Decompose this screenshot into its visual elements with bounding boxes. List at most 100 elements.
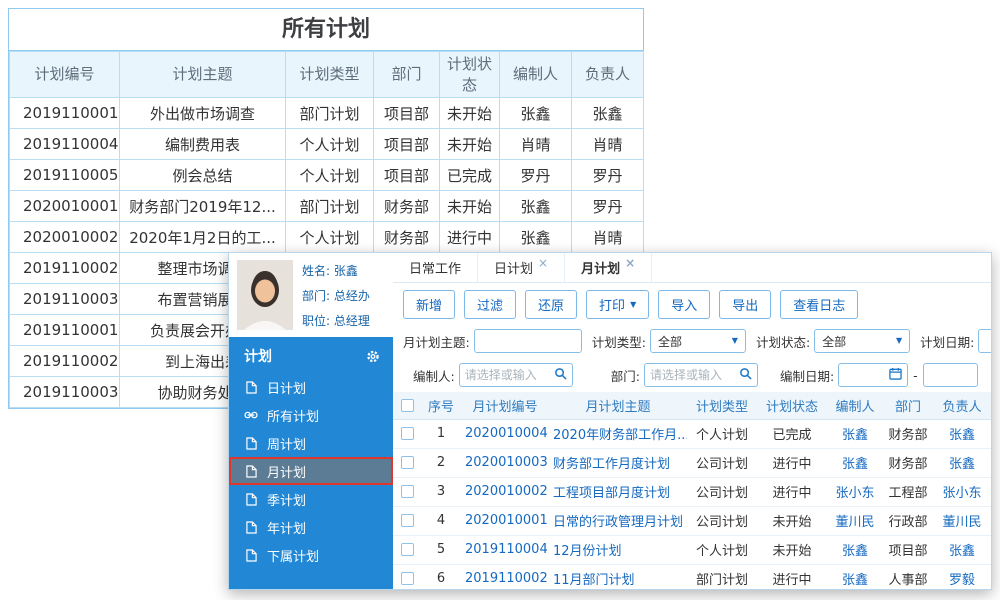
- subject-cell[interactable]: 12月份计划: [549, 535, 687, 565]
- toolbar-button[interactable]: 新增: [403, 290, 456, 319]
- owner-cell[interactable]: 张鑫: [933, 535, 991, 565]
- close-icon[interactable]: ×: [538, 257, 548, 269]
- table-row: 5 2019110004 12月份计划 个人计划 未开始 张鑫 项目部 张鑫: [393, 535, 991, 565]
- gear-icon[interactable]: [366, 349, 380, 364]
- toolbar-button[interactable]: 导出: [719, 290, 772, 319]
- status-cell: 已完成: [757, 419, 827, 449]
- compile-date-end-input[interactable]: [922, 363, 978, 387]
- tab-label: 月计划: [581, 262, 621, 277]
- tab[interactable]: 日计划 ×: [478, 253, 566, 282]
- subject-cell[interactable]: 财务部工作月度计划: [549, 448, 687, 478]
- id-cell[interactable]: 2020010002: [461, 477, 549, 507]
- id-cell[interactable]: 2020010004: [461, 419, 549, 449]
- column-header: 月计划主题: [549, 392, 687, 420]
- button-label: 过滤: [477, 299, 504, 314]
- row-checkbox[interactable]: [400, 572, 414, 585]
- owner-cell[interactable]: 罗毅: [933, 564, 991, 589]
- file-icon: [244, 464, 258, 478]
- type-cell: 个人计划: [687, 535, 757, 565]
- toolbar-button[interactable]: 查看日志: [780, 290, 859, 319]
- compiler-cell[interactable]: 张鑫: [827, 448, 883, 478]
- type-filter-select[interactable]: 全部 ▼: [649, 329, 746, 353]
- checkbox-cell: [393, 506, 421, 536]
- tab[interactable]: 日常工作: [393, 253, 479, 282]
- close-icon[interactable]: ×: [625, 257, 635, 269]
- main-content: 日常工作 日计划 × 月计划 × 新增 过滤 还原 打印 ▼ 导入 导出 查看日志 月计划主题: 计划…: [393, 253, 991, 589]
- owner-cell[interactable]: 张鑫: [933, 448, 991, 478]
- toolbar-button[interactable]: 还原: [525, 290, 578, 319]
- button-label: 查看日志: [793, 299, 846, 314]
- sidebar-item[interactable]: 所有计划: [229, 401, 393, 429]
- table-row: 1 2020010004 2020年财务部工作月... 个人计划 已完成 张鑫 财务部 张鑫: [393, 419, 991, 449]
- compiler-cell[interactable]: 张鑫: [827, 564, 883, 589]
- cell: 部门计划: [285, 190, 374, 222]
- cell: 肖晴: [499, 128, 572, 160]
- date-range-separator: -: [913, 367, 918, 383]
- compiler-cell[interactable]: 张鑫: [827, 535, 883, 565]
- table-row: 2020010001 财务部门2019年12... 部门计划 财务部 未开始 张鑫 罗丹: [9, 190, 644, 222]
- column-header: 负责人: [571, 51, 644, 98]
- owner-cell[interactable]: 董川民: [933, 506, 991, 536]
- compile-date-start-input[interactable]: [838, 363, 909, 387]
- toolbar-button[interactable]: 导入: [658, 290, 711, 319]
- row-checkbox[interactable]: [400, 485, 414, 498]
- calendar-icon[interactable]: [889, 367, 902, 383]
- toolbar-button[interactable]: 过滤: [464, 290, 517, 319]
- page-title: 所有计划: [9, 9, 643, 51]
- cell: 已完成: [439, 159, 500, 191]
- row-checkbox[interactable]: [400, 427, 414, 440]
- tab[interactable]: 月计划 ×: [565, 253, 653, 282]
- id-cell[interactable]: 2020010003: [461, 448, 549, 478]
- search-icon[interactable]: [739, 367, 752, 383]
- cell: 2020010001: [9, 190, 120, 222]
- dept-filter-label: 部门:: [610, 368, 640, 384]
- id-cell[interactable]: 2019110002: [461, 564, 549, 589]
- row-checkbox[interactable]: [400, 514, 414, 527]
- dept-filter-input[interactable]: [649, 368, 739, 382]
- compiler-cell[interactable]: 董川民: [827, 506, 883, 536]
- sidebar-item[interactable]: 周计划: [229, 429, 393, 457]
- sidebar-section-label: 计划: [244, 349, 272, 365]
- status-filter-select[interactable]: 全部 ▼: [814, 329, 911, 353]
- column-header: 计划类型: [687, 392, 757, 420]
- cell: 例会总结: [119, 159, 286, 191]
- compiler-cell[interactable]: 张鑫: [827, 419, 883, 449]
- chevron-down-icon: ▼: [630, 299, 637, 309]
- owner-cell[interactable]: 张小东: [933, 477, 991, 507]
- compiler-filter-input[interactable]: [464, 368, 554, 382]
- row-checkbox[interactable]: [400, 456, 414, 469]
- dept-filter-box[interactable]: [643, 363, 758, 387]
- type-filter-label: 计划类型:: [591, 334, 646, 350]
- cell: 财务部: [373, 190, 440, 222]
- owner-cell[interactable]: 张鑫: [933, 419, 991, 449]
- subject-filter-input[interactable]: [473, 329, 582, 353]
- select-all-checkbox[interactable]: [400, 398, 414, 412]
- checkbox-cell: [393, 535, 421, 565]
- sidebar-item[interactable]: 日计划: [229, 373, 393, 401]
- compiler-cell[interactable]: 张小东: [827, 477, 883, 507]
- id-cell[interactable]: 2019110004: [461, 535, 549, 565]
- subject-cell[interactable]: 2020年财务部工作月...: [549, 419, 687, 449]
- row-checkbox[interactable]: [400, 543, 414, 556]
- compiler-filter-box[interactable]: [458, 363, 573, 387]
- sidebar-item[interactable]: 年计划: [229, 513, 393, 541]
- no-cell: 3: [421, 477, 461, 507]
- subject-cell[interactable]: 11月部门计划: [549, 564, 687, 589]
- subject-cell[interactable]: 日常的行政管理月计划: [549, 506, 687, 536]
- sidebar-item[interactable]: 月计划: [229, 457, 393, 485]
- toolbar: 新增 过滤 还原 打印 ▼ 导入 导出 查看日志: [393, 283, 991, 324]
- sidebar-item[interactable]: 下属计划: [229, 541, 393, 569]
- cell: 个人计划: [285, 159, 374, 191]
- file-icon: [244, 548, 258, 562]
- plan-date-input[interactable]: [978, 329, 991, 353]
- search-icon[interactable]: [554, 367, 567, 383]
- app-window: 姓名: 张鑫 部门: 总经办 职位: 总经理 计划 日计划 所有计划 周计划 月计划季…: [228, 252, 992, 590]
- subject-cell[interactable]: 工程项目部月度计划: [549, 477, 687, 507]
- sidebar-item[interactable]: 季计划: [229, 485, 393, 513]
- cell: 财务部: [373, 221, 440, 253]
- toolbar-button[interactable]: 打印 ▼: [586, 290, 650, 319]
- checkbox-cell: [393, 477, 421, 507]
- id-cell[interactable]: 2020010001: [461, 506, 549, 536]
- tab-label: 日计划: [494, 262, 534, 277]
- button-label: 新增: [416, 299, 443, 314]
